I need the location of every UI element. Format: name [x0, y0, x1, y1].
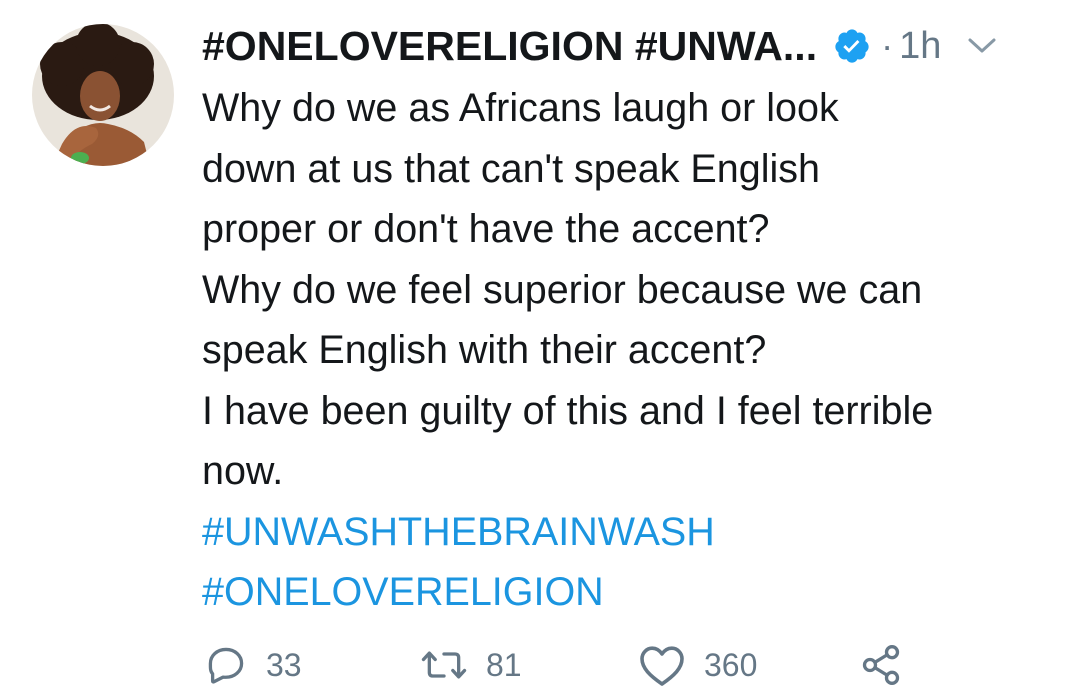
tweet-line: now.: [202, 449, 284, 493]
retweet-button[interactable]: 81: [420, 640, 522, 690]
timestamp[interactable]: 1h: [899, 25, 941, 68]
display-name[interactable]: #ONELOVERELIGION #UNWA...: [202, 23, 817, 70]
avatar[interactable]: [32, 24, 174, 166]
tweet-actions: 33 81 360: [0, 640, 1080, 690]
tweet-header: #ONELOVERELIGION #UNWA... · 1h: [202, 18, 1062, 74]
tweet-line: Why do we as Africans laugh or look: [202, 86, 839, 130]
hashtag-link[interactable]: #UNWASHTHEBRAINWASH: [202, 502, 1062, 563]
tweet-line: proper or don't have the accent?: [202, 207, 770, 251]
retweet-count: 81: [486, 646, 522, 683]
tweet-line: down at us that can't speak English: [202, 146, 820, 191]
retweet-icon: [420, 643, 468, 687]
verified-badge-icon: [833, 27, 871, 65]
reply-count: 33: [266, 646, 302, 683]
separator-dot: ·: [881, 25, 894, 66]
hashtag-link[interactable]: #ONELOVERELIGION: [202, 562, 1062, 623]
reply-icon: [204, 643, 248, 687]
like-button[interactable]: 360: [638, 640, 757, 690]
tweet-line: Why do we feel superior because we can: [202, 267, 923, 312]
tweet-text: Why do we as Africans laugh or look down…: [202, 78, 1062, 623]
chevron-down-icon[interactable]: [967, 36, 997, 56]
share-icon: [858, 643, 904, 687]
tweet-line: speak English with their accent?: [202, 328, 767, 372]
share-button[interactable]: [858, 640, 904, 690]
like-count: 360: [704, 646, 758, 683]
heart-icon: [638, 643, 686, 687]
reply-button[interactable]: 33: [204, 640, 302, 690]
tweet-line: I have been guilty of this and I feel te…: [202, 388, 934, 433]
